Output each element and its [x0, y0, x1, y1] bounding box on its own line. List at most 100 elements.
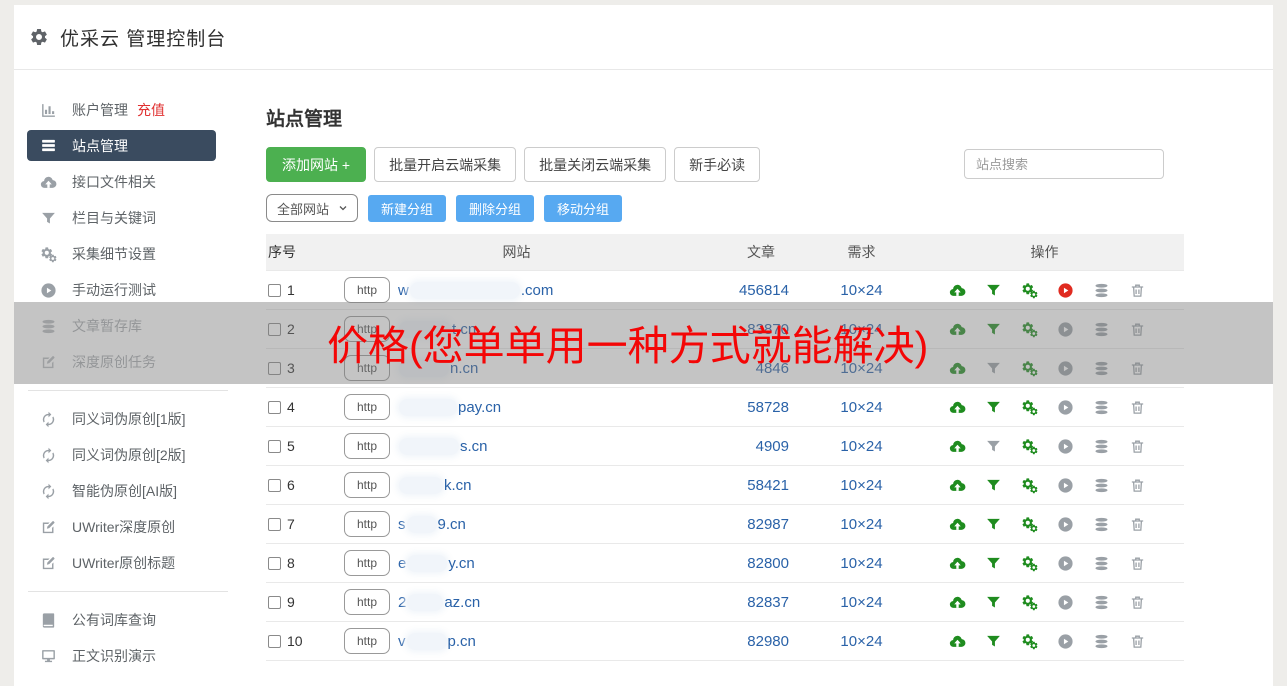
settings-action[interactable] — [1011, 282, 1047, 299]
demand-value-link[interactable]: 10×24 — [789, 516, 934, 533]
storage-action[interactable] — [1083, 516, 1119, 533]
demand-value-link[interactable]: 10×24 — [789, 282, 934, 299]
article-count-link[interactable]: 456814 — [689, 282, 789, 299]
site-domain-link[interactable]: e y.cn — [394, 554, 689, 572]
row-checkbox[interactable] — [268, 439, 281, 453]
filter-action[interactable] — [975, 555, 1011, 572]
site-domain-link[interactable]: s.cn — [394, 437, 689, 455]
storage-action[interactable] — [1083, 477, 1119, 494]
filter-action[interactable] — [975, 594, 1011, 611]
http-scheme-button[interactable]: http — [344, 433, 390, 459]
storage-action[interactable] — [1083, 399, 1119, 416]
run-action[interactable] — [1047, 594, 1083, 611]
move-group-button[interactable]: 移动分组 — [544, 194, 623, 222]
demand-value-link[interactable]: 10×24 — [789, 633, 934, 650]
settings-action[interactable] — [1011, 399, 1047, 416]
site-domain-link[interactable]: 2 az.cn — [394, 593, 689, 611]
row-checkbox[interactable] — [268, 556, 281, 570]
recharge-link[interactable]: 充值 — [137, 100, 165, 120]
cloud-collect-action[interactable] — [939, 282, 975, 299]
http-scheme-button[interactable]: http — [344, 628, 390, 654]
delete-action[interactable] — [1119, 477, 1155, 494]
article-count-link[interactable]: 58728 — [689, 399, 789, 416]
sidebar-item-栏目与关键词[interactable]: 栏目与关键词 — [14, 200, 252, 236]
row-checkbox[interactable] — [268, 478, 281, 492]
run-action[interactable] — [1047, 633, 1083, 650]
storage-action[interactable] — [1083, 438, 1119, 455]
row-checkbox[interactable] — [268, 283, 281, 297]
run-action[interactable] — [1047, 516, 1083, 533]
http-scheme-button[interactable]: http — [344, 277, 390, 303]
filter-action[interactable] — [975, 438, 1011, 455]
run-action[interactable] — [1047, 438, 1083, 455]
http-scheme-button[interactable]: http — [344, 394, 390, 420]
storage-action[interactable] — [1083, 555, 1119, 572]
site-domain-link[interactable]: w .com — [394, 281, 689, 299]
batch-close-button[interactable]: 批量关闭云端采集 — [524, 147, 667, 182]
site-domain-link[interactable]: k.cn — [394, 476, 689, 494]
delete-action[interactable] — [1119, 438, 1155, 455]
sidebar-item-正文识别演示[interactable]: 正文识别演示 — [14, 638, 252, 674]
demand-value-link[interactable]: 10×24 — [789, 399, 934, 416]
site-domain-link[interactable]: v p.cn — [394, 632, 689, 650]
article-count-link[interactable]: 58421 — [689, 477, 789, 494]
storage-action[interactable] — [1083, 282, 1119, 299]
cloud-collect-action[interactable] — [939, 516, 975, 533]
delete-action[interactable] — [1119, 594, 1155, 611]
sidebar-item-接口文件相关[interactable]: 接口文件相关 — [14, 164, 252, 200]
demand-value-link[interactable]: 10×24 — [789, 438, 934, 455]
new-group-button[interactable]: 新建分组 — [368, 194, 447, 222]
newbie-guide-button[interactable]: 新手必读 — [674, 147, 761, 182]
row-checkbox[interactable] — [268, 634, 281, 648]
row-checkbox[interactable] — [268, 595, 281, 609]
delete-action[interactable] — [1119, 399, 1155, 416]
filter-action[interactable] — [975, 516, 1011, 533]
row-checkbox[interactable] — [268, 517, 281, 531]
cloud-collect-action[interactable] — [939, 438, 975, 455]
demand-value-link[interactable]: 10×24 — [789, 555, 934, 572]
sidebar-item-UWriter原创标题[interactable]: UWriter原创标题 — [14, 545, 252, 581]
filter-action[interactable] — [975, 477, 1011, 494]
sidebar-item-站点管理[interactable]: 站点管理 — [27, 130, 216, 161]
delete-action[interactable] — [1119, 282, 1155, 299]
http-scheme-button[interactable]: http — [344, 472, 390, 498]
site-search-input[interactable] — [964, 149, 1164, 179]
http-scheme-button[interactable]: http — [344, 550, 390, 576]
storage-action[interactable] — [1083, 594, 1119, 611]
group-select[interactable]: 全部网站 — [266, 194, 358, 222]
settings-action[interactable] — [1011, 477, 1047, 494]
site-domain-link[interactable]: pay.cn — [394, 398, 689, 416]
run-action[interactable] — [1047, 477, 1083, 494]
cloud-collect-action[interactable] — [939, 477, 975, 494]
settings-action[interactable] — [1011, 633, 1047, 650]
settings-action[interactable] — [1011, 555, 1047, 572]
run-action[interactable] — [1047, 399, 1083, 416]
delete-group-button[interactable]: 删除分组 — [456, 194, 535, 222]
http-scheme-button[interactable]: http — [344, 589, 390, 615]
demand-value-link[interactable]: 10×24 — [789, 594, 934, 611]
add-site-button[interactable]: 添加网站 + — [266, 147, 367, 182]
article-count-link[interactable]: 82837 — [689, 594, 789, 611]
filter-action[interactable] — [975, 282, 1011, 299]
settings-action[interactable] — [1011, 516, 1047, 533]
storage-action[interactable] — [1083, 633, 1119, 650]
demand-value-link[interactable]: 10×24 — [789, 477, 934, 494]
filter-action[interactable] — [975, 399, 1011, 416]
settings-action[interactable] — [1011, 594, 1047, 611]
sidebar-item-同义词伪原创[1版][interactable]: 同义词伪原创[1版] — [14, 401, 252, 437]
delete-action[interactable] — [1119, 633, 1155, 650]
sidebar-item-公有词库查询[interactable]: 公有词库查询 — [14, 602, 252, 638]
cloud-collect-action[interactable] — [939, 555, 975, 572]
delete-action[interactable] — [1119, 555, 1155, 572]
site-domain-link[interactable]: s 9.cn — [394, 515, 689, 533]
filter-action[interactable] — [975, 633, 1011, 650]
cloud-collect-action[interactable] — [939, 633, 975, 650]
sidebar-item-智能伪原创[AI版][interactable]: 智能伪原创[AI版] — [14, 473, 252, 509]
article-count-link[interactable]: 82800 — [689, 555, 789, 572]
http-scheme-button[interactable]: http — [344, 511, 390, 537]
delete-action[interactable] — [1119, 516, 1155, 533]
cloud-collect-action[interactable] — [939, 594, 975, 611]
sidebar-item-同义词伪原创[2版][interactable]: 同义词伪原创[2版] — [14, 437, 252, 473]
sidebar-item-UWriter深度原创[interactable]: UWriter深度原创 — [14, 509, 252, 545]
run-action[interactable] — [1047, 282, 1083, 299]
